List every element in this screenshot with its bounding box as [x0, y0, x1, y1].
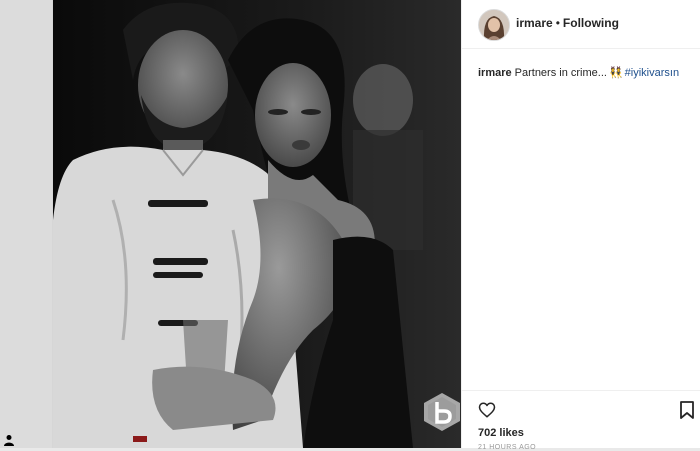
caption-text: Partners in crime... [514, 67, 607, 79]
left-gutter [0, 0, 52, 448]
photo-illustration [53, 0, 461, 448]
avatar[interactable] [478, 9, 510, 41]
separator-dot: • [555, 16, 560, 30]
avatar-image [479, 10, 509, 40]
post-actions: 702 likes 21 HOURS AGO [462, 390, 700, 451]
post-caption: irmare Partners in crime... 👯 #iyikivarsın [478, 66, 693, 80]
like-count[interactable]: 702 likes [478, 427, 524, 439]
post-sidebar: irmare • Following irmare Partners in crime… [461, 0, 700, 451]
heart-icon[interactable] [478, 401, 496, 419]
header-text: irmare • Following [516, 16, 619, 30]
user-icon[interactable] [4, 434, 14, 446]
b-logo-watermark [424, 393, 460, 431]
following-button[interactable]: Following [563, 16, 619, 30]
username-link[interactable]: irmare [516, 16, 553, 30]
caption-hashtag[interactable]: #iyikivarsın [625, 67, 679, 79]
post-header: irmare • Following [462, 0, 700, 49]
bookmark-icon[interactable] [680, 401, 694, 419]
caption-emoji: 👯 [608, 67, 623, 79]
post-modal: irmare • Following irmare Partners in crime… [52, 0, 700, 451]
post-photo[interactable] [53, 0, 461, 448]
caption-username[interactable]: irmare [478, 67, 512, 79]
